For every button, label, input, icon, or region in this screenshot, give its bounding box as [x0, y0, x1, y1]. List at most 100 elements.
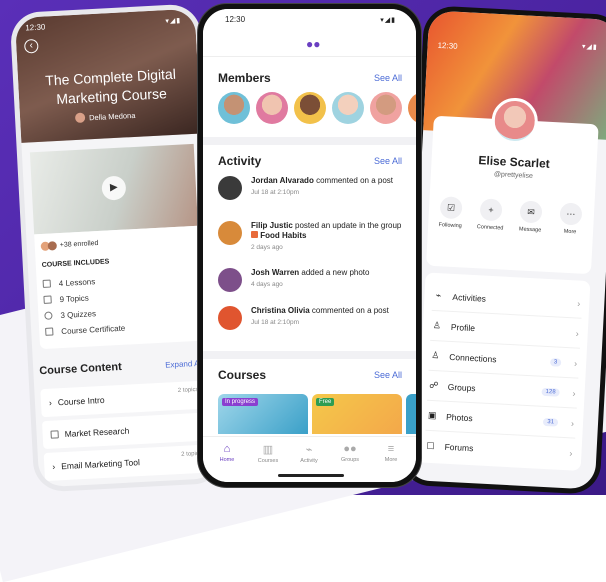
- enrolled-count: +38 enrolled: [59, 239, 99, 249]
- chevron-right-icon: ›: [577, 297, 581, 309]
- count-badge: 128: [541, 387, 560, 397]
- menu-label: Profile: [450, 321, 476, 333]
- following-icon: ☑: [439, 196, 463, 220]
- profile-card: Elise Scarlet @prettyelise ☑ Following + C…: [426, 96, 599, 275]
- tab-groups[interactable]: ●● Groups: [332, 443, 368, 463]
- home-icon: ⌂: [223, 443, 231, 455]
- connected-button[interactable]: + Connected: [472, 198, 510, 232]
- photo-icon: ▣: [427, 409, 437, 421]
- section-divider: [203, 137, 416, 145]
- course-info-card: +38 enrolled COURSE INCLUDES 4 Lessons 9…: [34, 225, 204, 350]
- action-label: Message: [518, 226, 542, 234]
- chevron-right-icon: ›: [573, 357, 578, 369]
- course-video[interactable]: ▶: [29, 143, 198, 235]
- activity-action: commented on a post: [311, 306, 389, 315]
- tab-activity[interactable]: ⌁ Activity: [291, 443, 327, 464]
- certificate-icon: [45, 327, 54, 336]
- chevron-right-icon: ›: [572, 387, 576, 399]
- course-card[interactable]: Free: [312, 394, 402, 434]
- lessons-icon: [42, 279, 51, 288]
- activity-user: Filip Justic: [251, 221, 293, 230]
- course-card[interactable]: In progress: [218, 394, 308, 434]
- includes-list: 4 Lessons 9 Topics 3 Quizzes Course Cert…: [42, 272, 125, 340]
- lesson-row[interactable]: › Course Intro 2 topics: [40, 380, 206, 418]
- activity-action: posted an update in the group: [295, 221, 402, 230]
- phone-course: 12:30 ▾◢▮ ‹ The Complete Digital Marketi…: [9, 3, 225, 493]
- courses-see-all-link[interactable]: See All: [374, 370, 402, 380]
- activity-icon: ⌁: [305, 444, 313, 456]
- include-label: Course Certificate: [61, 323, 126, 336]
- activity-text: Jordan Alvarado commented on a post Jul 1…: [251, 176, 406, 198]
- avatar: [218, 306, 242, 330]
- group-icon: [251, 231, 258, 238]
- following-button[interactable]: ☑ Following: [432, 196, 470, 230]
- tab-home[interactable]: ⌂ Home: [209, 443, 245, 463]
- member-avatar[interactable]: [332, 92, 364, 124]
- activity-time: 4 days ago: [251, 281, 283, 288]
- tab-more[interactable]: ≡ More: [373, 443, 409, 463]
- member-avatar[interactable]: [256, 92, 288, 124]
- activity-user: Josh Warren: [251, 268, 300, 277]
- include-label: 3 Quizzes: [60, 308, 97, 320]
- include-label: 4 Lessons: [58, 276, 96, 288]
- groups-icon: ☍: [429, 379, 439, 391]
- member-avatar[interactable]: [294, 92, 326, 124]
- tab-label: Home: [219, 457, 235, 463]
- list-item: Course Certificate: [45, 320, 126, 340]
- tab-courses[interactable]: ▥ Courses: [250, 443, 286, 464]
- quiz-icon: [44, 311, 53, 320]
- tab-label: Groups: [340, 457, 360, 463]
- activity-time: Jul 18 at 2:10pm: [251, 319, 300, 326]
- member-avatar[interactable]: [218, 92, 250, 124]
- topics-icon: [43, 295, 52, 304]
- course-tag: In progress: [222, 398, 259, 406]
- avatar: [47, 241, 58, 251]
- status-icons: ▾◢▮: [581, 43, 598, 52]
- members-see-all-link[interactable]: See All: [374, 73, 402, 83]
- message-button[interactable]: ✉ Message: [512, 200, 550, 234]
- course-card[interactable]: [406, 394, 416, 434]
- menu-label: Activities: [452, 291, 487, 304]
- avatar: [218, 268, 242, 292]
- avatar: [218, 176, 242, 200]
- count-badge: 31: [543, 417, 559, 427]
- activity-text: Filip Justic posted an update in the gro…: [251, 221, 406, 253]
- activity-text: Josh Warren added a new photo 4 days ago: [251, 268, 406, 290]
- course-screen: 12:30 ▾◢▮ ‹ The Complete Digital Marketi…: [14, 8, 220, 488]
- tab-label: Courses: [257, 458, 279, 464]
- activity-heading: Activity: [218, 154, 262, 168]
- group-name[interactable]: Food Habits: [260, 231, 306, 240]
- home-indicator: [278, 474, 344, 477]
- chevron-right-icon: ›: [575, 327, 580, 339]
- book-icon: ▥: [262, 444, 274, 456]
- profile-screen: 12:30 ▾◢▮ Elise Scarlet @prettyelise ☑ Fo…: [404, 10, 606, 490]
- activity-icon: ⌁: [435, 290, 442, 301]
- courses-heading: Courses: [218, 368, 267, 382]
- community-icon: ●●: [306, 37, 321, 51]
- activity-user: Christina Olivia: [251, 306, 310, 315]
- chevron-right-icon: ›: [48, 397, 53, 408]
- member-avatar[interactable]: [408, 92, 416, 124]
- lesson-title: Market Research: [64, 425, 130, 439]
- status-time: 12:30: [437, 40, 458, 51]
- menu-label: Photos: [445, 411, 473, 423]
- phone-profile: 12:30 ▾◢▮ Elise Scarlet @prettyelise ☑ Fo…: [399, 5, 606, 495]
- enrolled-row: +38 enrolled: [40, 239, 99, 251]
- includes-heading: COURSE INCLUDES: [41, 258, 110, 269]
- play-icon[interactable]: ▶: [101, 175, 127, 201]
- phone-community: 12:30 ▾◢▮ ●● Members See All Activity Se…: [197, 3, 422, 488]
- lesson-row[interactable]: Market Research: [41, 412, 208, 450]
- lesson-topics: 2 topics: [177, 386, 199, 395]
- section-divider: [203, 351, 416, 359]
- course-content-heading: Course Content: [39, 360, 123, 378]
- more-button[interactable]: ⋯ More: [552, 202, 590, 236]
- lesson-title: Course Intro: [57, 394, 105, 408]
- count-badge: 3: [549, 357, 562, 367]
- more-icon: ⋯: [559, 202, 583, 226]
- activity-see-all-link[interactable]: See All: [374, 156, 402, 166]
- member-avatar[interactable]: [370, 92, 402, 124]
- status-time: 12:30: [225, 15, 246, 24]
- avatar: [218, 221, 242, 245]
- action-label: Following: [438, 222, 462, 230]
- lesson-row[interactable]: › Email Marketing Tool 2 topics: [43, 444, 209, 482]
